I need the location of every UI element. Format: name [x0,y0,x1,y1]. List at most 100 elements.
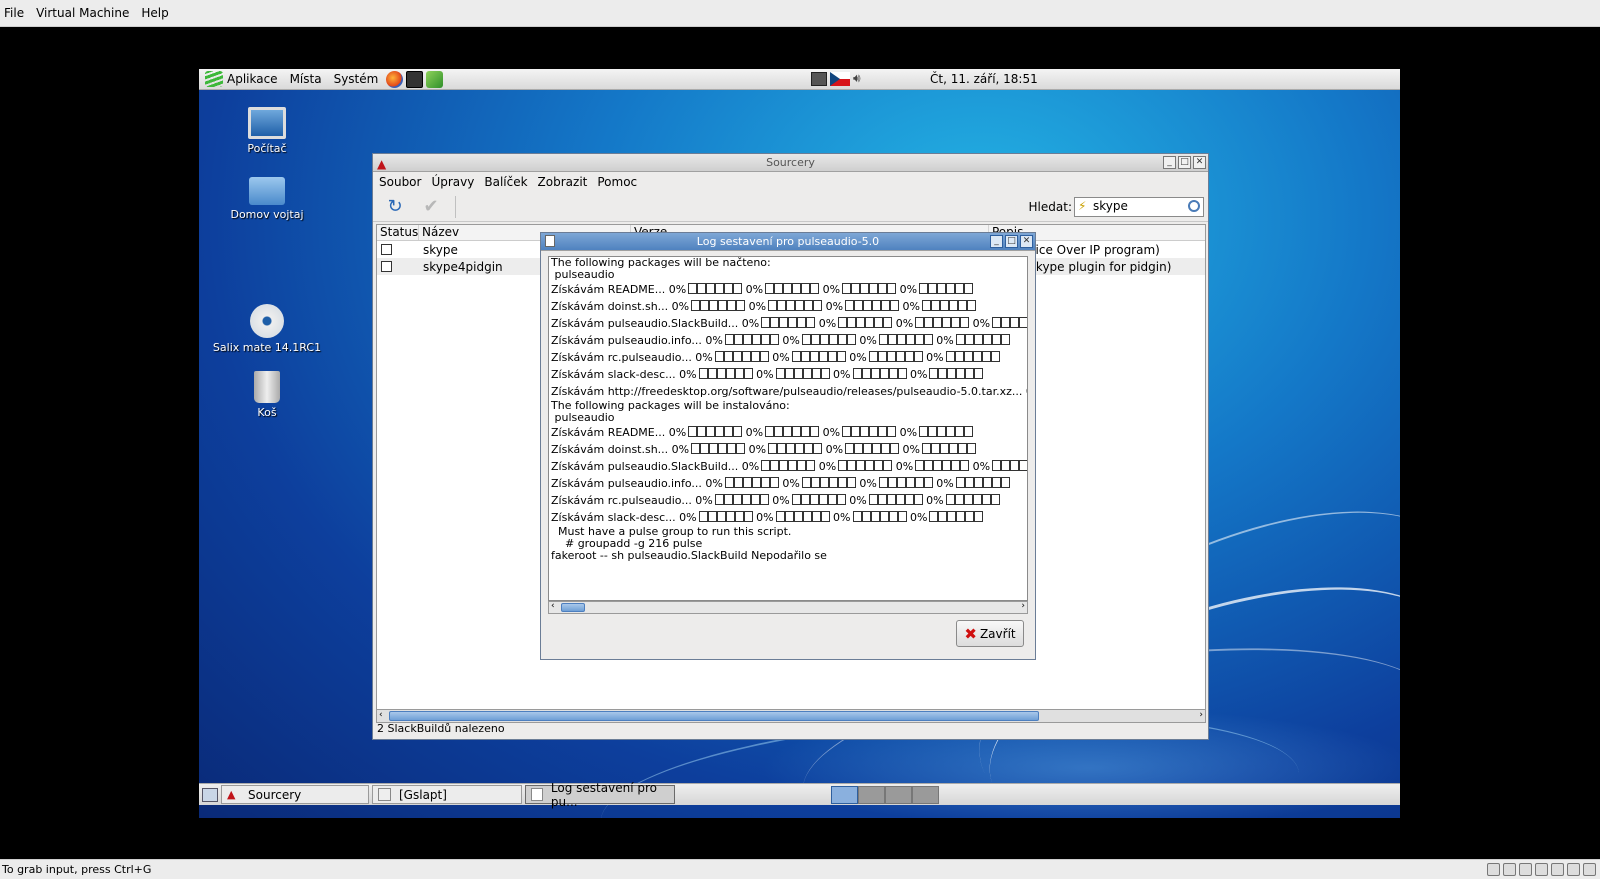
desktop-icon-label: Počítač [247,142,287,155]
desktop-icon-label: Koš [257,406,277,419]
host-menubar: File Virtual Machine Help [0,0,1600,27]
close-window-button[interactable]: ✕ [1020,235,1033,248]
row-checkbox[interactable] [381,261,392,272]
taskbar-button-sourcery[interactable]: ▲ Sourcery [221,785,369,804]
workspace-2[interactable] [858,786,885,804]
workspace-4[interactable] [912,786,939,804]
progress-glyph [768,300,823,313]
salix-logo-icon[interactable] [205,71,223,87]
task-label: Log sestavení pro pu... [550,780,657,809]
menu-mista[interactable]: Místa [290,72,322,86]
progress-glyph [775,368,830,381]
computer-icon [248,107,286,139]
maximize-button[interactable]: □ [1005,235,1018,248]
table-horizontal-scrollbar[interactable]: ‹ › [376,709,1206,723]
menu-upravy[interactable]: Úpravy [431,175,474,189]
taskbar-button-gslapt[interactable]: [Gslapt] [372,785,522,804]
desktop-icon-trash[interactable]: Koš [212,371,322,419]
log-line: Získávám pulseaudio.info... 0% 0% 0% 0% [551,475,1027,492]
log-line: Získávám pulseaudio.SlackBuild... 0% 0% … [551,315,1027,332]
close-dialog-button[interactable]: ✖ Zavřít [956,620,1024,647]
desktop-icon-label: Salix mate 14.1RC1 [212,341,322,354]
network-adapter-icon[interactable] [1551,863,1564,876]
keyboard-layout-flag-icon[interactable] [830,71,850,86]
scroll-left-icon[interactable]: ‹ [551,601,555,611]
progress-percent: 0% [906,511,928,524]
scrollbar-thumb[interactable] [389,711,1039,721]
panel-clock[interactable]: Čt, 11. září, 18:51 [930,72,1038,86]
clear-search-icon[interactable]: ⚡ [1078,199,1086,213]
progress-glyph [838,317,893,330]
progress-percent: 0% [845,494,867,507]
progress-percent: 0% [969,460,991,473]
progress-glyph [775,511,830,524]
text-editor-icon[interactable] [426,70,444,88]
log-horizontal-scrollbar[interactable]: ‹ › [548,601,1028,614]
progress-percent: 0% [922,351,944,364]
log-line: Získávám http://freedesktop.org/software… [551,383,1027,400]
minimize-button[interactable]: _ [1163,156,1176,169]
volume-icon[interactable]: 🔊︎ [853,71,861,86]
progress-percent: 0% [815,460,837,473]
host-menu-virtual-machine[interactable]: Virtual Machine [36,6,129,20]
maximize-button[interactable]: □ [1178,156,1191,169]
hard-disk-icon[interactable] [1487,863,1500,876]
host-menu-file[interactable]: File [4,6,24,20]
progress-percent: 0% [819,426,841,439]
progress-glyph [992,317,1027,330]
menu-pomoc[interactable]: Pomoc [597,175,637,189]
taskbar-button-log[interactable]: Log sestavení pro pu... [525,781,675,809]
progress-glyph [838,460,893,473]
show-desktop-icon[interactable] [202,787,218,802]
menu-aplikace[interactable]: Aplikace [227,72,278,86]
log-dialog-titlebar[interactable]: Log sestavení pro pulseaudio-5.0 _ □ ✕ [541,233,1035,251]
desktop-icon-home[interactable]: Domov vojtaj [212,177,322,221]
progress-glyph [852,368,907,381]
progress-percent: 0% [896,426,918,439]
menu-balicek[interactable]: Balíček [484,175,527,189]
column-status[interactable]: Status [377,225,419,240]
progress-percent: 0% [778,477,800,490]
progress-percent: 0% [906,368,928,381]
progress-percent: 0% [855,477,877,490]
vm-screen[interactable]: Aplikace Místa Systém 🔊︎ Čt, 11. září, 1… [199,69,1400,818]
optical-drive-icon[interactable] [1503,863,1516,876]
log-text-area[interactable]: The following packages will be načteno: … [548,256,1028,601]
progress-glyph [688,426,743,439]
printer-icon[interactable] [1535,863,1548,876]
sourcery-titlebar[interactable]: ▲ Sourcery _ □ ✕ [373,154,1208,172]
progress-percent: 0% [752,511,774,524]
usb-icon[interactable] [1567,863,1580,876]
refresh-icon[interactable]: ↻ [383,195,407,219]
progress-percent: 0% [892,317,914,330]
menu-system[interactable]: Systém [334,72,379,86]
close-window-button[interactable]: ✕ [1193,156,1206,169]
progress-glyph [945,494,1000,507]
progress-glyph [765,283,820,296]
progress-percent: 0% [822,300,844,313]
firefox-icon[interactable] [386,70,404,88]
menu-soubor[interactable]: Soubor [379,175,421,189]
workspace-1[interactable] [831,786,858,804]
host-menu-help[interactable]: Help [141,6,168,20]
search-input[interactable]: ⚡ skype [1074,197,1204,217]
apply-check-icon[interactable]: ✔ [419,195,443,219]
menu-zobrazit[interactable]: Zobrazit [538,175,588,189]
display-icon[interactable] [1583,863,1596,876]
scroll-right-icon[interactable]: › [1021,601,1025,611]
desktop-icon-computer[interactable]: Počítač [212,107,322,155]
progress-glyph [698,368,753,381]
row-checkbox[interactable] [381,244,392,255]
progress-glyph [691,300,746,313]
scroll-left-icon[interactable]: ‹ [379,710,383,720]
scrollbar-thumb[interactable] [561,603,585,612]
workspace-3[interactable] [885,786,912,804]
network-icon[interactable] [811,71,827,86]
desktop-icon-disc[interactable]: Salix mate 14.1RC1 [212,304,322,354]
progress-glyph [921,443,976,456]
minimize-button[interactable]: _ [990,235,1003,248]
search-icon[interactable] [1188,200,1200,212]
scroll-right-icon[interactable]: › [1199,710,1203,720]
floppy-icon[interactable] [1519,863,1532,876]
terminal-icon[interactable] [406,70,424,88]
